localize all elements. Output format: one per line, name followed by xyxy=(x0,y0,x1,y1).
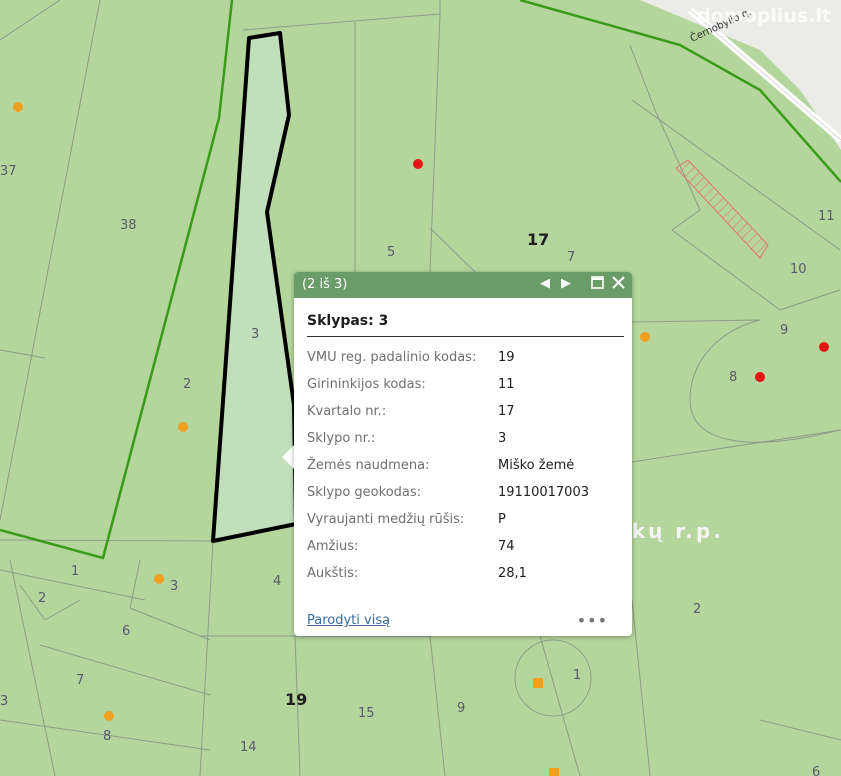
attribute-label: Aukštis: xyxy=(307,566,359,581)
parcel-label: 2 xyxy=(693,602,701,617)
close-button[interactable] xyxy=(612,276,625,292)
attribute-label: VMU reg. padalinio kodas: xyxy=(307,350,477,365)
orange-square xyxy=(549,768,559,776)
parcel-label: 38 xyxy=(120,218,137,233)
attribute-row: Amžius: 74 xyxy=(307,533,589,560)
attribute-row: Sklypo nr.: 3 xyxy=(307,425,589,452)
orange-point xyxy=(104,711,114,721)
parcel-label: 9 xyxy=(457,701,465,716)
attribute-value: 17 xyxy=(498,404,515,419)
quarter-label: 19 xyxy=(285,690,307,709)
parcel-label: 6 xyxy=(122,624,130,639)
parcel-label: 9 xyxy=(780,323,788,338)
parcel-label: 3 xyxy=(170,579,178,594)
popup-header: (2 iš 3) ◀ ▶ xyxy=(294,272,632,298)
orange-point xyxy=(13,102,23,112)
maximize-icon xyxy=(591,276,604,289)
attribute-value: 11 xyxy=(498,377,515,392)
close-icon xyxy=(612,276,625,289)
parcel-label: 2 xyxy=(183,377,191,392)
feature-popup: (2 iš 3) ◀ ▶ Sklypas: 3 VMU reg. padalin… xyxy=(294,272,632,636)
attribute-row: VMU reg. padalinio kodas: 19 xyxy=(307,344,589,371)
more-actions-button[interactable]: ••• xyxy=(577,611,608,630)
quarter-label: 17 xyxy=(527,230,549,249)
attribute-label: Sklypo nr.: xyxy=(307,431,376,446)
parcel-label: 1 xyxy=(71,564,79,579)
attribute-table: VMU reg. padalinio kodas: 19 Girininkijos … xyxy=(307,344,589,587)
attribute-value: 19 xyxy=(498,350,515,365)
orange-square xyxy=(533,678,543,688)
watermark: domoplius.lt xyxy=(697,5,831,27)
parcel-label: 3 xyxy=(0,694,8,709)
parcel-label: 2 xyxy=(38,591,46,606)
orange-point xyxy=(178,422,188,432)
popup-title: Sklypas: 3 xyxy=(307,313,389,329)
attribute-value: 3 xyxy=(498,431,507,446)
attribute-value: 19110017003 xyxy=(498,485,589,500)
attribute-value: 74 xyxy=(498,539,515,554)
maximize-button[interactable] xyxy=(591,276,604,292)
previous-feature-button[interactable]: ◀ xyxy=(540,276,550,292)
attribute-label: Kvartalo nr.: xyxy=(307,404,387,419)
parcel-label: 8 xyxy=(729,370,737,385)
attribute-label: Girininkijos kodas: xyxy=(307,377,426,392)
parcel-label: 37 xyxy=(0,164,17,179)
attribute-label: Amžius: xyxy=(307,539,359,554)
next-feature-button[interactable]: ▶ xyxy=(561,276,571,292)
parcel-label: 10 xyxy=(790,262,807,277)
parcel-label: 8 xyxy=(103,729,111,744)
parcel-label: 3 xyxy=(251,327,259,342)
attribute-row: Aukštis: 28,1 xyxy=(307,560,589,587)
attribute-row: Kvartalo nr.: 17 xyxy=(307,398,589,425)
attribute-row: Vyraujanti medžių rūšis: P xyxy=(307,506,589,533)
red-point xyxy=(413,159,423,169)
attribute-label: Žemės naudmena: xyxy=(307,458,430,473)
show-all-link[interactable]: Parodyti visą xyxy=(307,613,390,628)
parcel-label: 1 xyxy=(573,668,581,683)
red-point xyxy=(755,372,765,382)
attribute-value: 28,1 xyxy=(498,566,527,581)
parcel-label: 11 xyxy=(818,209,835,224)
attribute-label: Vyraujanti medžių rūšis: xyxy=(307,512,465,527)
attribute-row: Girininkijos kodas: 11 xyxy=(307,371,589,398)
parcel-label: 4 xyxy=(273,574,281,589)
orange-point xyxy=(154,574,164,584)
attribute-value: P xyxy=(498,512,506,527)
parcel-label: 5 xyxy=(387,245,395,260)
orange-point xyxy=(640,332,650,342)
attribute-row: Žemės naudmena: Miško žemė xyxy=(307,452,589,479)
parcel-label: 6 xyxy=(812,765,820,776)
title-divider xyxy=(307,336,624,337)
parcel-label: 7 xyxy=(567,250,575,265)
parcel-label: 7 xyxy=(76,673,84,688)
parcel-label: 14 xyxy=(240,740,257,755)
attribute-row: Sklypo geokodas: 19110017003 xyxy=(307,479,589,506)
attribute-label: Sklypo geokodas: xyxy=(307,485,422,500)
parcel-label: 15 xyxy=(358,706,375,721)
attribute-value: Miško žemė xyxy=(498,458,575,473)
red-point xyxy=(819,342,829,352)
popup-pager: (2 iš 3) xyxy=(302,277,348,292)
